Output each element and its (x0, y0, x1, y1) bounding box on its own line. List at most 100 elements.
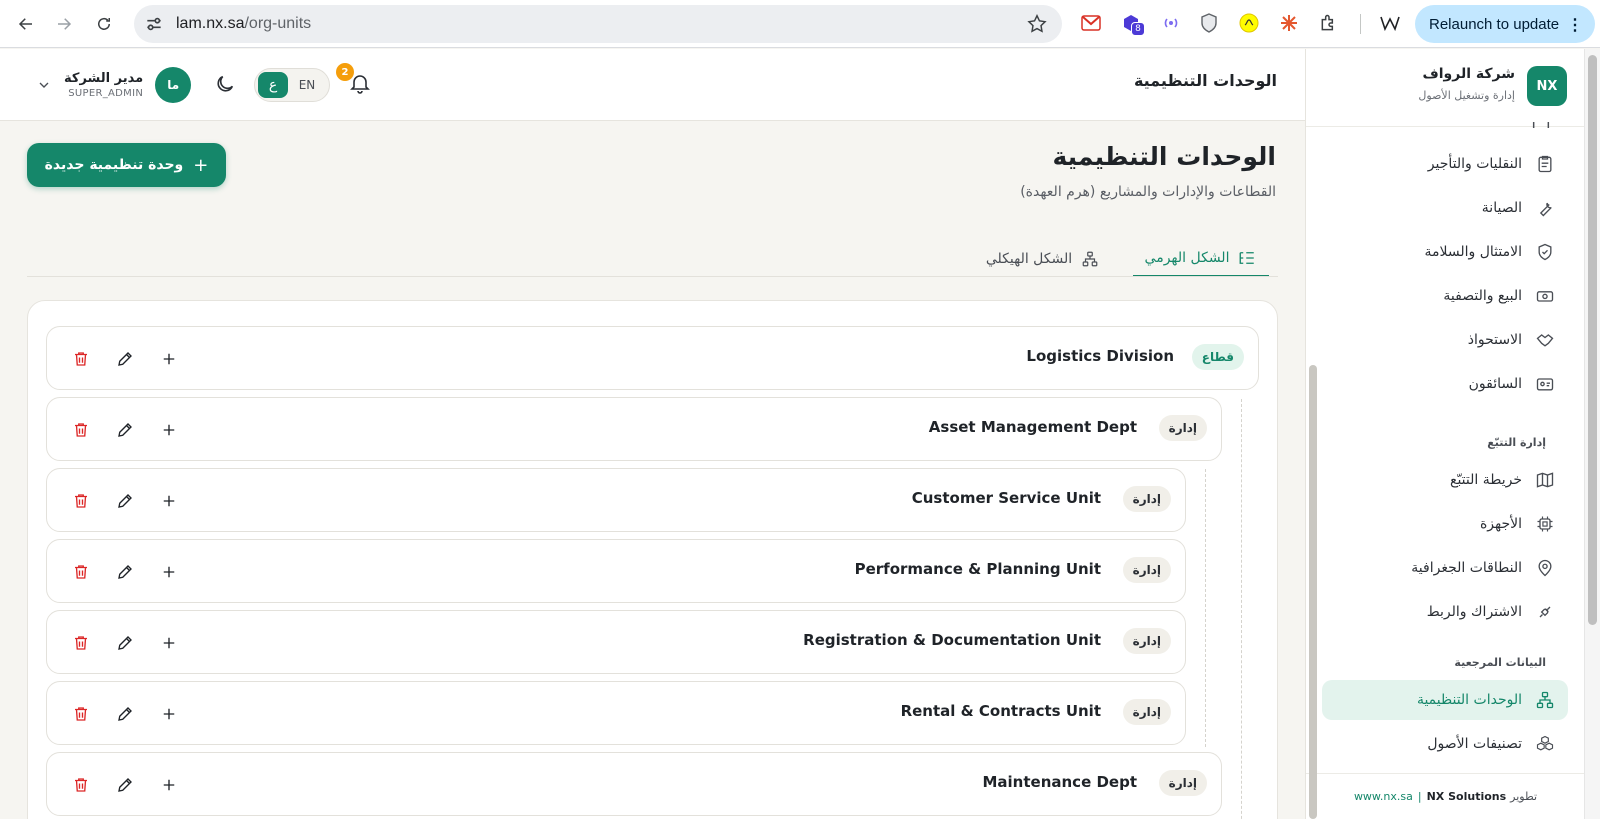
sidebar-item-maintenance[interactable]: الصيانة (1322, 188, 1568, 228)
edit-button[interactable] (113, 347, 137, 371)
back-button[interactable] (12, 10, 40, 38)
shield-extension-icon[interactable] (1198, 12, 1220, 34)
main-scrollbar-thumb[interactable] (1309, 365, 1317, 819)
edit-button[interactable] (113, 773, 137, 797)
page-title: الوحدات التنظيمية (1052, 142, 1276, 171)
sidebar-item-acquisition[interactable]: الاستحواذ (1322, 320, 1568, 360)
add-child-button[interactable] (157, 631, 181, 655)
moon-icon[interactable] (214, 73, 236, 95)
snapchat-extension-icon[interactable] (1238, 12, 1260, 34)
sidebar-item-devices[interactable]: الأجهزة (1322, 504, 1568, 544)
add-child-button[interactable] (157, 702, 181, 726)
delete-button[interactable] (69, 347, 93, 371)
edit-button[interactable] (113, 489, 137, 513)
page-scrollbar-thumb[interactable] (1588, 55, 1597, 625)
footer-separator: | (1417, 790, 1422, 803)
tab-structure[interactable]: الشكل الهيكلي (980, 240, 1106, 277)
add-child-button[interactable] (157, 773, 181, 797)
edit-button[interactable] (113, 631, 137, 655)
org-unit-row[interactable]: قطاع Logistics Division (46, 326, 1259, 390)
pencil-icon (118, 778, 132, 792)
lang-en-option[interactable]: EN (288, 78, 326, 92)
scrolled-item-icon (1530, 122, 1552, 128)
handshake-icon (1534, 329, 1556, 351)
org-unit-row[interactable]: إدارة Maintenance Dept (46, 752, 1222, 816)
edit-button[interactable] (113, 560, 137, 584)
puzzle-extension-icon[interactable]: 8 (1120, 12, 1145, 36)
sidebar-item-label: النقليات والتأجير (1427, 156, 1522, 172)
tabs-divider (27, 276, 1278, 277)
lang-ar-option[interactable]: ع (258, 72, 288, 98)
sidebar-item-org-units[interactable]: الوحدات التنظيمية (1322, 680, 1568, 720)
org-unit-row[interactable]: إدارة Rental & Contracts Unit (46, 681, 1186, 745)
unit-type-badge: إدارة (1122, 486, 1171, 512)
site-settings-icon[interactable] (144, 14, 164, 34)
reload-button[interactable] (90, 10, 118, 38)
plus-icon (163, 353, 175, 365)
sidebar-item-label: الاشتراك والربط (1426, 604, 1522, 620)
new-org-unit-button[interactable]: + وحدة تنظيمية جديدة (27, 143, 226, 187)
trash-icon (75, 636, 87, 650)
spark-extension-icon[interactable] (1278, 12, 1300, 34)
gmail-extension-icon[interactable] (1080, 12, 1102, 34)
sidebar-item-drivers[interactable]: السائقون (1322, 364, 1568, 404)
sidebar-item-label: خريطة التتبّع (1450, 472, 1522, 488)
section-title-tracking: إدارة التتبّع (1487, 436, 1546, 449)
org-unit-row[interactable]: إدارة Registration & Documentation Unit (46, 610, 1186, 674)
tab-hierarchy[interactable]: الشكل الهرمي (1133, 240, 1269, 277)
sidebar-item-tracking-map[interactable]: خريطة التتبّع (1322, 460, 1568, 500)
org-unit-row[interactable]: إدارة Asset Management Dept (46, 397, 1222, 461)
cpu-icon (1534, 513, 1556, 535)
add-child-button[interactable] (157, 347, 181, 371)
chevron-down-icon (39, 82, 49, 88)
sidebar-item-asset-categories[interactable]: تصنيفات الأصول (1322, 724, 1568, 764)
add-child-button[interactable] (157, 560, 181, 584)
avatar[interactable]: ما (155, 67, 192, 103)
add-child-button[interactable] (157, 418, 181, 442)
profile-w-icon[interactable] (1380, 12, 1402, 34)
unit-name: Performance & Planning Unit (854, 560, 1101, 578)
extensions-puzzle-icon[interactable] (1318, 12, 1340, 34)
delete-button[interactable] (69, 418, 93, 442)
edit-button[interactable] (113, 418, 137, 442)
sidebar-item-sales[interactable]: البيع والتصفية (1322, 276, 1568, 316)
delete-button[interactable] (69, 560, 93, 584)
sidebar-item-subscriptions[interactable]: الاشتراك والربط (1322, 592, 1568, 632)
delete-button[interactable] (69, 773, 93, 797)
brand-block: NX شركة الرواف إدارة وتشغيل الأصول (1306, 49, 1585, 127)
org-unit-row[interactable]: إدارة Performance & Planning Unit (46, 539, 1186, 603)
plug-icon (1534, 601, 1556, 623)
broadcast-extension-icon[interactable] (1160, 12, 1182, 34)
url-host: lam.nx.sa (176, 15, 245, 32)
add-child-button[interactable] (157, 489, 181, 513)
url-text: lam.nx.sa/org-units (176, 15, 311, 33)
language-toggle[interactable]: ع EN (254, 68, 330, 102)
forward-button[interactable] (50, 10, 78, 38)
new-org-unit-label: وحدة تنظيمية جديدة (44, 157, 184, 173)
map-icon (1534, 469, 1556, 491)
plus-icon (163, 637, 175, 649)
delete-button[interactable] (69, 702, 93, 726)
trash-icon (75, 352, 87, 366)
sidebar-item-transport[interactable]: النقليات والتأجير (1322, 144, 1568, 184)
address-bar[interactable]: lam.nx.sa/org-units (134, 5, 1062, 43)
header-title: الوحدات التنظيمية (1133, 71, 1277, 90)
unit-name: Maintenance Dept (982, 773, 1137, 791)
user-menu[interactable]: مدير الشركة SUPER_ADMIN ما (36, 64, 192, 106)
footer-site-link[interactable]: www.nx.sa (1354, 790, 1413, 803)
pencil-icon (118, 352, 132, 366)
sidebar-item-label: السائقون (1468, 376, 1522, 392)
org-unit-row[interactable]: إدارة Customer Service Unit (46, 468, 1186, 532)
user-info: مدير الشركة SUPER_ADMIN (64, 71, 143, 99)
sidebar-item-compliance[interactable]: الامتثال والسلامة (1322, 232, 1568, 272)
footer-dev-label: تطوير (1510, 790, 1538, 803)
unit-name: Customer Service Unit (911, 489, 1101, 507)
bookmark-star-icon[interactable] (1026, 13, 1048, 35)
relaunch-button[interactable]: Relaunch to update ⋮ (1415, 5, 1595, 43)
delete-button[interactable] (69, 489, 93, 513)
wrench-icon (1534, 197, 1556, 219)
edit-button[interactable] (113, 702, 137, 726)
delete-button[interactable] (69, 631, 93, 655)
sidebar-item-geofences[interactable]: النطاقات الجغرافية (1322, 548, 1568, 588)
tab-label: الشكل الهرمي (1144, 249, 1230, 266)
